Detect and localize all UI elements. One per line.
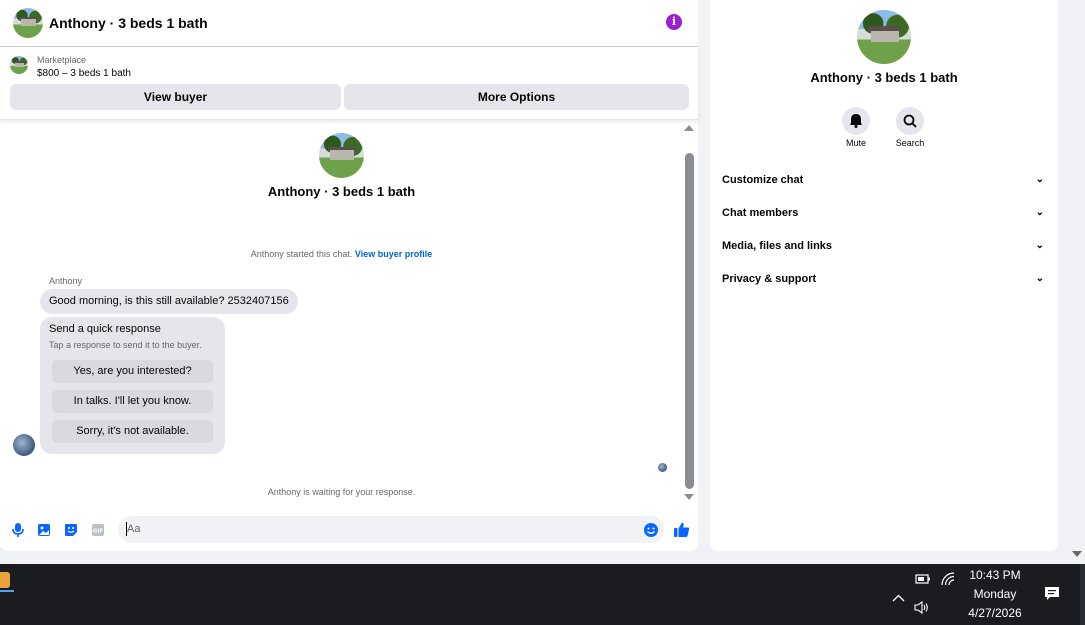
header-avatar[interactable] [13, 8, 43, 38]
clock-time[interactable]: 10:43 PM [960, 568, 1030, 582]
svg-text:GIF: GIF [93, 529, 104, 535]
conversation-name: Anthony · 3 beds 1 bath [267, 184, 416, 199]
quick-response-option[interactable]: Sorry, it's not available. [52, 420, 213, 443]
speaker-icon[interactable] [914, 600, 930, 619]
conversation-avatar[interactable] [319, 133, 364, 178]
gif-icon[interactable]: GIF [91, 523, 105, 537]
quick-response-option[interactable]: In talks. I'll let you know. [52, 390, 213, 413]
photo-icon[interactable] [37, 523, 51, 537]
message-input[interactable] [118, 516, 664, 543]
chevron-down-icon: ⌄ [1035, 174, 1044, 185]
section-label: Media, files and links [722, 240, 833, 252]
marketplace-label: Marketplace [37, 55, 87, 65]
chat-started-text: Anthony started this chat. [250, 249, 353, 259]
scroll-down-arrow[interactable] [684, 494, 694, 500]
like-icon[interactable] [673, 521, 690, 538]
chevron-up-icon[interactable] [892, 589, 905, 607]
section-privacy-support[interactable]: Privacy & support ⌄ [722, 273, 1046, 285]
chevron-down-icon: ⌄ [1035, 240, 1044, 251]
mute-label: Mute [845, 138, 866, 148]
sticker-icon[interactable] [64, 523, 78, 537]
section-media-files-links[interactable]: Media, files and links ⌄ [722, 240, 1046, 252]
wifi-icon[interactable] [941, 572, 955, 591]
chat-started-line: Anthony started this chat. View buyer pr… [0, 249, 683, 259]
info-icon[interactable]: i [666, 14, 682, 30]
quick-response-subtitle: Tap a response to send it to the buyer. [49, 340, 202, 350]
section-chat-members[interactable]: Chat members ⌄ [722, 207, 1046, 219]
scroll-up-arrow[interactable] [684, 125, 694, 131]
view-buyer-profile-link[interactable]: View buyer profile [355, 249, 432, 259]
clock-date[interactable]: 4/27/2026 [960, 606, 1030, 620]
listing-price-title[interactable]: $800 – 3 beds 1 bath [37, 68, 131, 79]
view-buyer-button[interactable]: View buyer [10, 84, 341, 110]
notification-icon[interactable] [1044, 586, 1060, 607]
microphone-icon[interactable] [11, 523, 25, 537]
scrollbar-thumb[interactable] [685, 153, 694, 489]
clock-day[interactable]: Monday [960, 587, 1030, 601]
battery-icon[interactable] [915, 572, 931, 590]
section-label: Customize chat [722, 174, 804, 186]
taskbar-active-indicator [0, 590, 14, 592]
bell-icon [849, 113, 863, 133]
page-scroll-down-arrow[interactable] [1072, 551, 1082, 557]
show-desktop-button[interactable] [1080, 564, 1085, 625]
message-bubble[interactable]: Good morning, is this still available? 2… [40, 289, 298, 314]
section-label: Chat members [722, 207, 799, 219]
chevron-down-icon: ⌄ [1035, 207, 1044, 218]
taskbar-app-icon[interactable] [0, 572, 10, 588]
sender-name: Anthony [49, 276, 83, 286]
message-input-placeholder: Aa [127, 523, 141, 535]
search-label: Search [895, 138, 925, 148]
sender-avatar[interactable] [13, 434, 35, 456]
info-avatar[interactable] [857, 10, 911, 64]
quick-response-option[interactable]: Yes, are you interested? [52, 360, 213, 383]
section-label: Privacy & support [722, 273, 817, 285]
header-title[interactable]: Anthony · 3 beds 1 bath [49, 15, 208, 31]
waiting-notice: Anthony is waiting for your response. [267, 487, 416, 497]
more-options-button[interactable]: More Options [344, 84, 689, 110]
listing-thumbnail[interactable] [10, 56, 28, 74]
quick-response-title: Send a quick response [49, 323, 161, 335]
info-name: Anthony · 3 beds 1 bath [810, 70, 958, 85]
chevron-down-icon: ⌄ [1035, 273, 1044, 284]
emoji-icon[interactable] [643, 522, 659, 538]
search-icon [903, 114, 917, 133]
seen-avatar [658, 463, 667, 472]
section-customize-chat[interactable]: Customize chat ⌄ [722, 174, 1046, 186]
text-cursor [126, 522, 127, 536]
